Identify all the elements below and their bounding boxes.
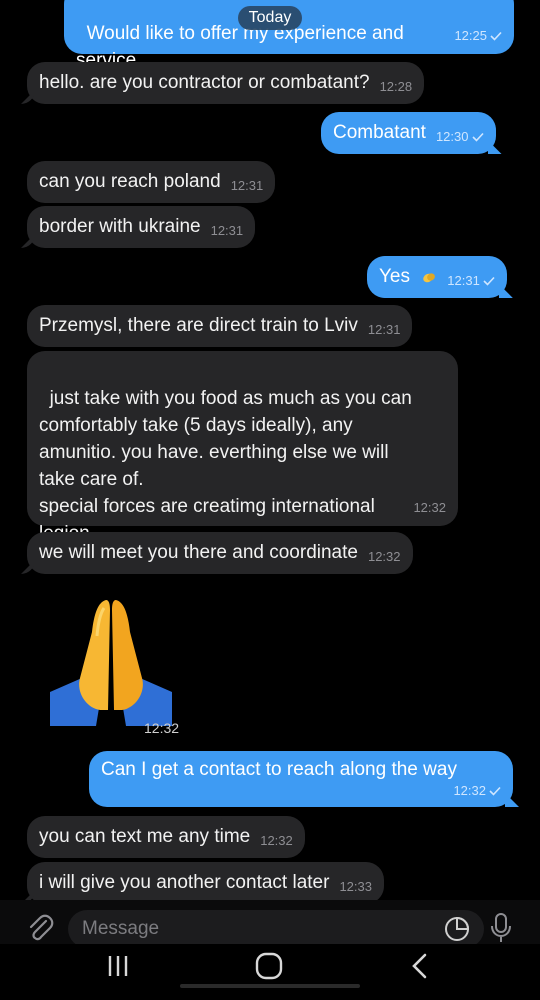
message-text: Przemysl, there are direct train to Lviv (39, 315, 358, 336)
message-time: 12:32 (260, 833, 293, 848)
read-check-icon (471, 132, 484, 142)
message-text: hello. are you contractor or combatant? (39, 72, 370, 93)
message-time: 12:31 (210, 223, 244, 238)
incoming-message[interactable]: border with ukraine 12:31 (27, 206, 256, 248)
message-text: Yes (379, 266, 410, 287)
system-navigation-bar (0, 944, 540, 1000)
incoming-message[interactable]: can you reach poland 12:31 (27, 161, 276, 203)
paperclip-icon[interactable] (24, 912, 56, 944)
emoji-message[interactable]: 12:32 (44, 590, 184, 740)
message-time: 12:31 (367, 322, 401, 337)
read-check-icon (489, 786, 501, 796)
gesture-bar (180, 984, 360, 988)
message-time: 12:28 (379, 79, 413, 94)
incoming-message[interactable]: i will give you another contact later 12:… (27, 862, 384, 904)
message-time: 12:32 (453, 783, 486, 798)
message-time: 12:32 (413, 500, 446, 515)
message-text: we will meet you there and coordinate (39, 542, 358, 563)
recent-apps-icon[interactable] (106, 954, 130, 978)
microphone-icon[interactable] (488, 912, 514, 944)
message-input[interactable]: Message (68, 910, 484, 948)
message-text: i will give you another contact later (39, 872, 330, 893)
message-time: 12:32 (367, 549, 401, 564)
message-time: 12:25 (454, 28, 487, 43)
incoming-message[interactable]: we will meet you there and coordinate 12:… (27, 532, 413, 574)
message-text: you can text me any time (39, 826, 251, 847)
message-time: 12:31 (230, 178, 264, 193)
read-check-icon (490, 31, 502, 41)
incoming-message[interactable]: you can text me any time 12:32 (27, 816, 305, 858)
message-text: border with ukraine (39, 216, 201, 237)
folded-hands-icon (50, 600, 172, 726)
message-text: Combatant (333, 122, 426, 143)
clapping-hands-icon (421, 265, 437, 283)
outgoing-message[interactable]: Combatant 12:30 (321, 112, 496, 154)
message-time: 12:33 (339, 879, 372, 894)
date-chip: Today (238, 6, 302, 30)
message-text: can you reach poland (39, 171, 221, 192)
message-time: 12:30 (435, 129, 469, 144)
back-icon[interactable] (408, 952, 430, 980)
incoming-message[interactable]: just take with you food as much as you c… (27, 351, 458, 544)
message-text: just take with you food as much as you c… (39, 388, 412, 544)
message-time: 12:32 (144, 720, 180, 736)
sticker-icon[interactable] (444, 916, 470, 942)
message-placeholder: Message (82, 918, 160, 939)
outgoing-message[interactable]: Yes 12:31 (367, 256, 507, 298)
read-check-icon (483, 276, 495, 286)
home-icon[interactable] (255, 952, 283, 980)
incoming-message[interactable]: hello. are you contractor or combatant? 1… (27, 62, 425, 104)
message-text: Can I get a contact to reach along the w… (101, 759, 457, 780)
message-time: 12:31 (447, 273, 480, 288)
outgoing-message[interactable]: Can I get a contact to reach along the w… (89, 751, 513, 807)
incoming-message[interactable]: Przemysl, there are direct train to Lviv… (27, 305, 413, 347)
